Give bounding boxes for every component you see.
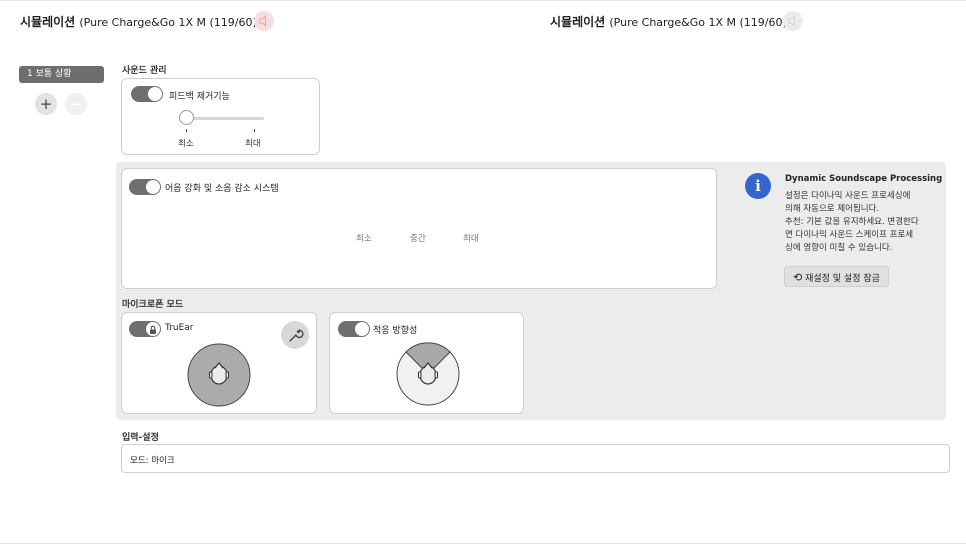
info-line: 설정은 다이나믹 사운드 프로세싱에 [785,191,911,201]
adaptive-directionality-card[interactable]: 적응 방향성 [329,312,524,414]
slider-tick [254,129,255,132]
trueear-card[interactable]: TruEar [121,312,317,414]
trueear-label: TruEar [165,323,194,333]
add-program-button[interactable]: + [35,93,57,115]
simulation-label: 시뮬레이션 [550,15,606,29]
top-divider [0,0,966,1]
reset-icon: ⟲ [793,271,803,284]
input-mode-field[interactable]: 모드: 마이크 [121,444,950,473]
info-line: 면 다이나믹 사운드 스케이프 프로세 [785,230,914,240]
adaptive-directionality-label: 적응 방향성 [373,326,418,336]
speaker-icon [259,15,266,27]
wrench-button[interactable] [281,321,309,349]
feedback-label: 피드백 제거기능 [169,92,230,102]
info-title: Dynamic Soundscape Processing [785,174,943,184]
info-line: 추천: 기본 값을 유지하세요. 변경한다 [785,217,919,227]
info-icon: i [745,173,771,199]
level-min[interactable]: 최소 [356,232,372,244]
slider-max-label: 최대 [245,139,261,149]
input-mode-value: 모드: 마이크 [130,456,175,466]
simulation-label: 시뮬레이션 [20,15,76,29]
feedback-canceller-card: 피드백 제거기능 최소 최대 [121,78,320,155]
device-model: (Pure Charge&Go 1X M (119/60)) [79,16,262,29]
speech-enhancement-card: 어음 강화 및 소음 감소 시스템 최소 중간 최대 [121,168,717,289]
feedback-toggle[interactable] [131,86,163,102]
input-settings-label: 입력-설정 [122,433,159,443]
level-max[interactable]: 최대 [463,232,479,244]
info-line: 싱에 영향이 미칠 수 있습니다. [785,243,893,253]
simulation-title-right: 시뮬레이션 (Pure Charge&Go 1X M (119/60)) [550,13,791,30]
minus-icon: − [69,95,83,113]
omni-pattern-diagram [187,343,251,407]
microphone-mode-label: 마이크로폰 모드 [122,300,184,310]
feedback-slider-track[interactable] [186,117,264,120]
trueear-toggle[interactable] [129,321,161,337]
speaker-button-right[interactable] [783,11,803,31]
wrench-icon [289,329,304,342]
speaker-button-left[interactable] [254,11,274,31]
reset-lock-label: 재설정 및 설정 잠금 [805,274,880,284]
remove-program-button[interactable]: − [65,93,87,115]
sound-management-label: 사운드 관리 [122,66,167,76]
info-line: 의해 자동으로 제어됩니다. [785,204,880,214]
bottom-divider [0,543,966,544]
speech-enhancement-toggle[interactable] [129,179,161,195]
directional-pattern-diagram [396,342,460,406]
device-model: (Pure Charge&Go 1X M (119/60)) [609,16,792,29]
simulation-title-left: 시뮬레이션 (Pure Charge&Go 1X M (119/60)) [20,13,261,30]
reset-lock-button[interactable]: ⟲ 재설정 및 설정 잠금 [784,266,889,287]
feedback-slider-thumb[interactable] [179,110,194,125]
plus-icon: + [39,95,53,113]
speaker-icon [788,15,795,27]
info-description: 설정은 다이나믹 사운드 프로세싱에 의해 자동으로 제어됩니다. 추천: 기본… [785,190,945,255]
program-item-normal[interactable]: 1 보통 상황 [19,66,104,83]
slider-tick [186,129,187,132]
slider-min-label: 최소 [178,139,194,149]
level-mid[interactable]: 중간 [410,232,426,244]
lock-icon [150,325,156,334]
adaptive-directionality-toggle[interactable] [338,321,370,337]
speech-enhancement-label: 어음 강화 및 소음 감소 시스템 [165,184,279,194]
